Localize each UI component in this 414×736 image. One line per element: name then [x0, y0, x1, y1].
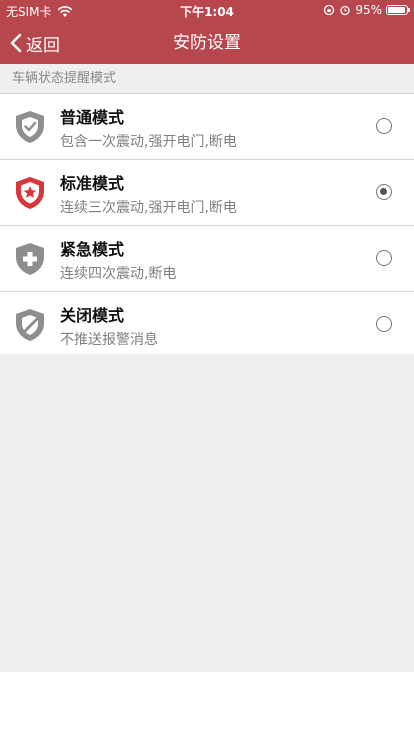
status-right: 95% [323, 3, 410, 17]
mode-radio[interactable] [376, 250, 392, 266]
battery-percent: 95% [355, 3, 382, 17]
orientation-lock-icon [324, 4, 335, 16]
mode-name: 普通模式 [60, 108, 125, 127]
mode-name: 标准模式 [60, 174, 125, 193]
section-header: 车辆状态提醒模式 [0, 64, 414, 94]
mode-name: 关闭模式 [60, 306, 125, 325]
mode-description: 包含一次震动,强开电门,断电 [60, 134, 237, 150]
page-title: 安防设置 [173, 33, 241, 53]
mode-name: 紧急模式 [60, 240, 125, 259]
battery-fill [388, 7, 405, 13]
mode-description: 不推送报警消息 [60, 332, 158, 348]
mode-radio[interactable] [376, 316, 392, 332]
empty-content-area [0, 354, 414, 672]
mode-row-emergency[interactable]: 紧急模式 连续四次震动,断电 [0, 226, 414, 292]
shield-plus-icon [16, 243, 44, 275]
mode-row-off[interactable]: 关闭模式 不推送报警消息 [0, 292, 414, 358]
mode-row-standard[interactable]: 标准模式 连续三次震动,强开电门,断电 [0, 160, 414, 226]
mode-list: 普通模式 包含一次震动,强开电门,断电 标准模式 连续三次震动,强开电门,断电 … [0, 94, 414, 358]
shield-star-icon [16, 177, 44, 209]
mode-row-normal[interactable]: 普通模式 包含一次震动,强开电门,断电 [0, 94, 414, 160]
mode-radio-selected[interactable] [376, 184, 392, 200]
mode-description: 连续三次震动,强开电门,断电 [60, 200, 237, 216]
alarm-icon [340, 5, 350, 16]
mode-description: 连续四次震动,断电 [60, 266, 177, 282]
bottom-area [0, 672, 414, 736]
nav-bar: 返回 安防设置 [0, 22, 414, 64]
battery-icon [386, 5, 410, 15]
status-bar: 无SIM卡 下午1:04 95% [0, 0, 414, 22]
shield-check-icon [16, 111, 44, 143]
shield-slash-icon [16, 309, 44, 341]
mode-radio[interactable] [376, 118, 392, 134]
